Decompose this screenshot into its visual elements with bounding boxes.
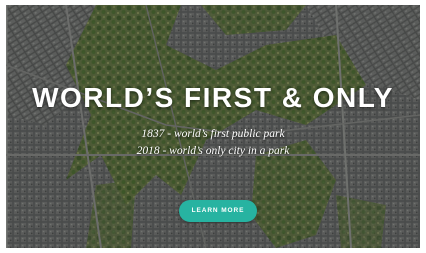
hero-tagline-1837: 1837 - world’s first public park (141, 128, 285, 140)
learn-more-button[interactable]: LEARN MORE (179, 200, 257, 222)
hero-headline: WORLD’S FIRST & ONLY (32, 82, 394, 113)
hero-tagline-2018: 2018 - world’s only city in a park (136, 145, 290, 157)
hero-banner: WORLD’S FIRST & ONLY 1837 - world’s firs… (6, 5, 420, 248)
